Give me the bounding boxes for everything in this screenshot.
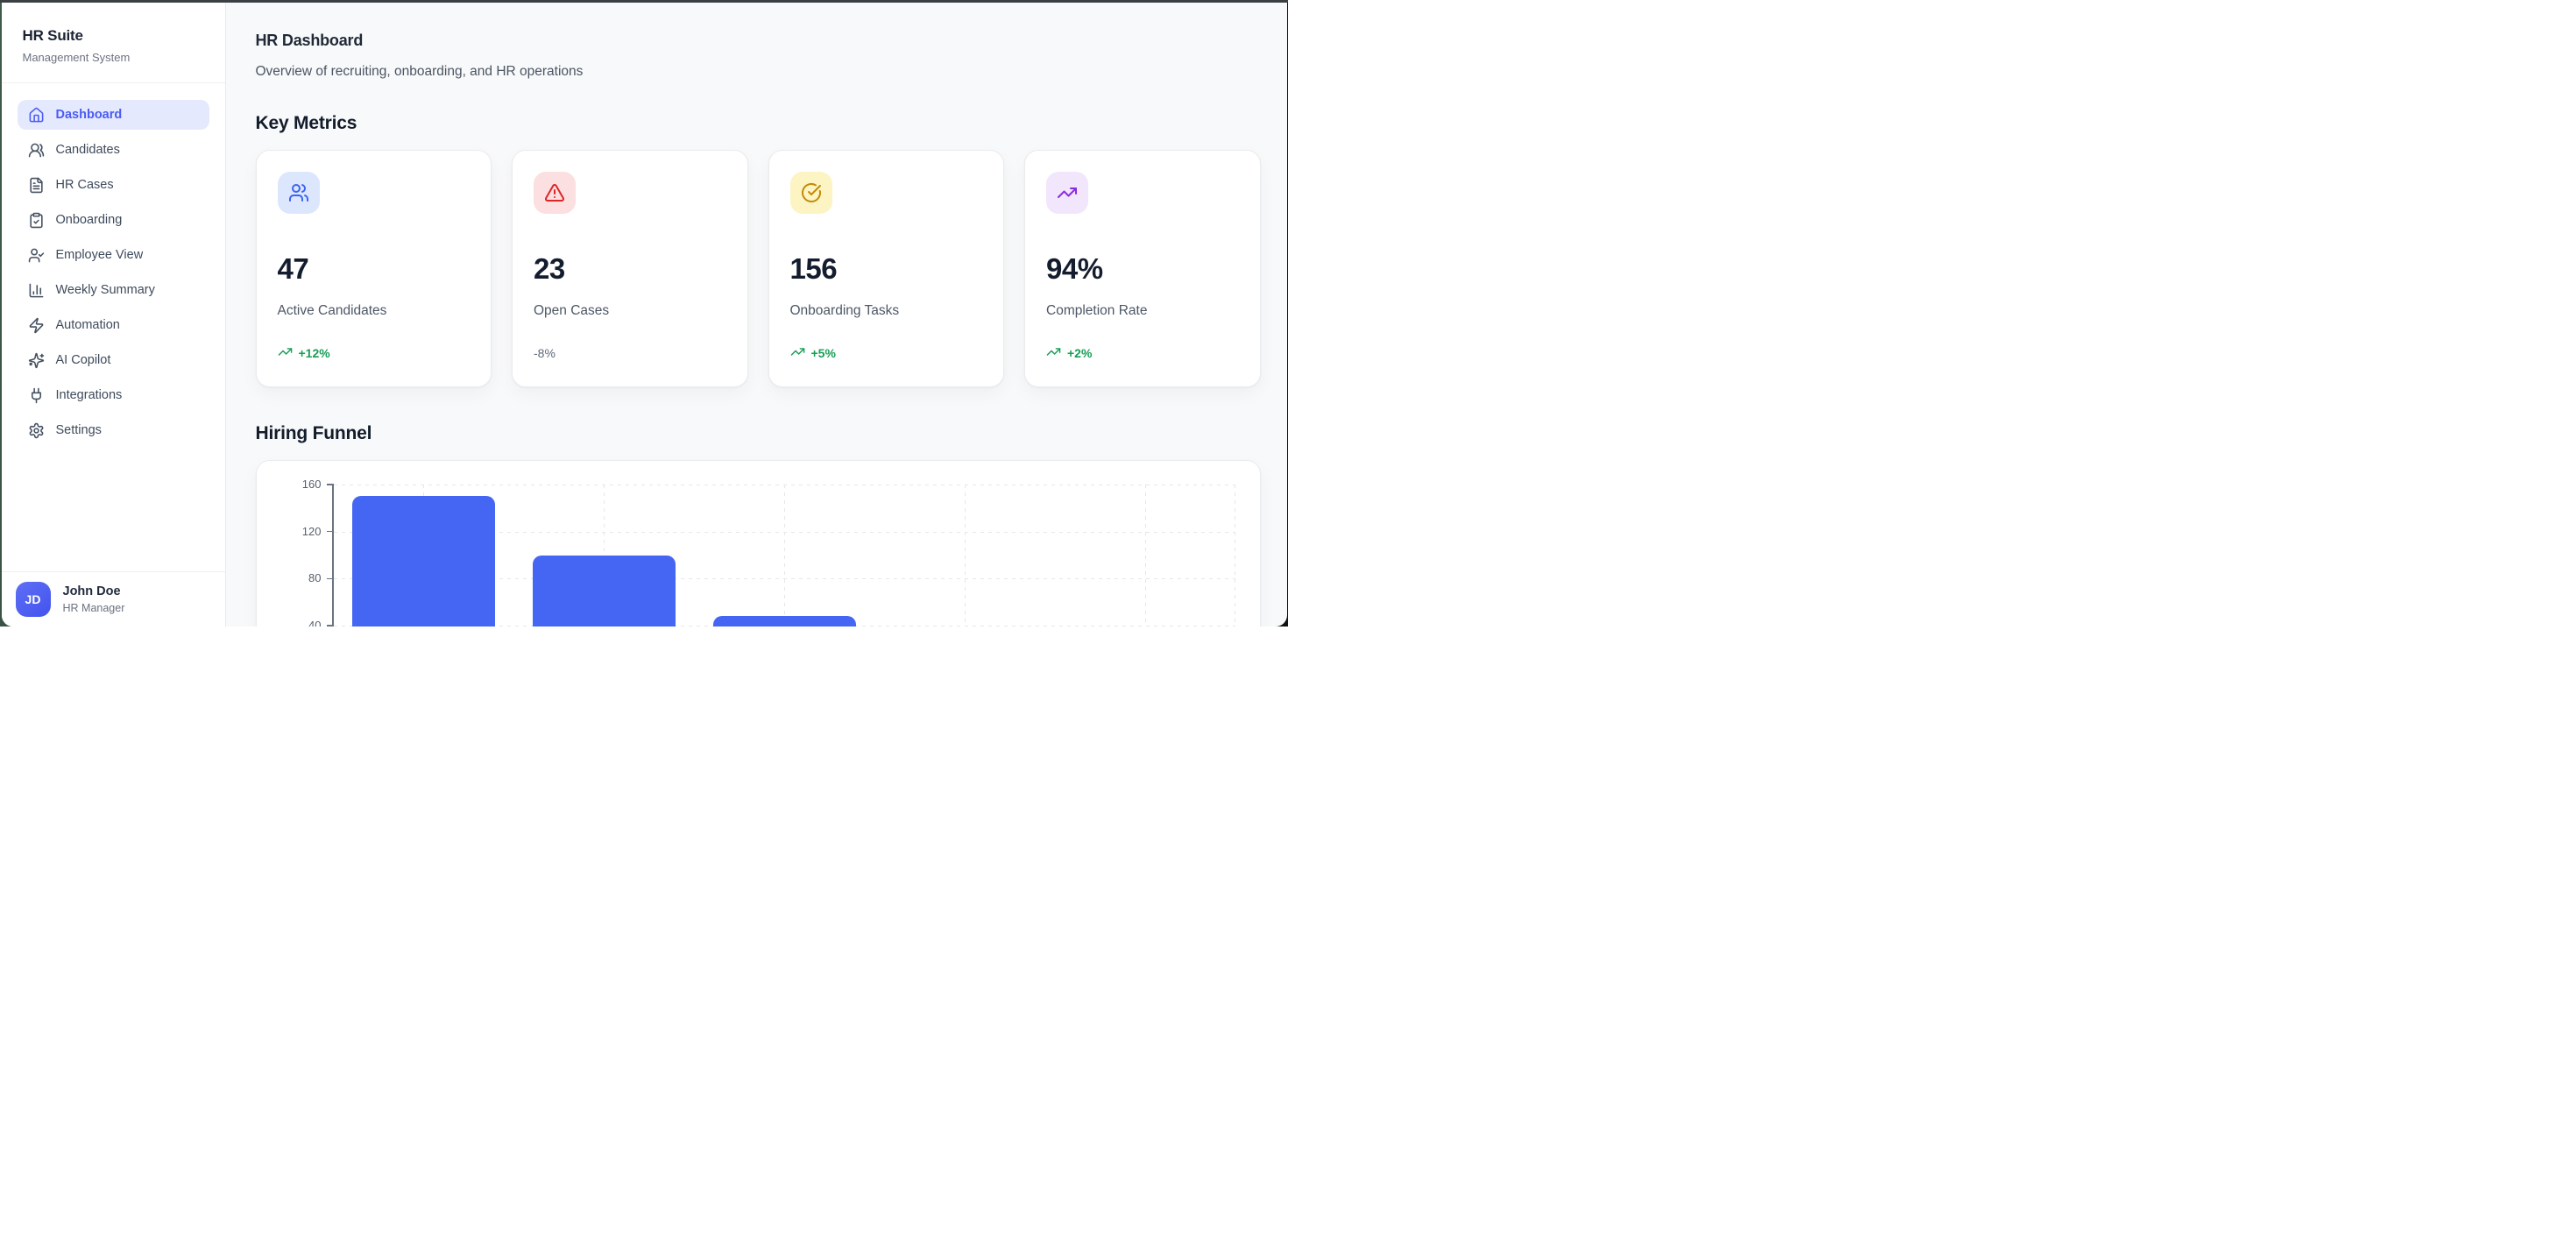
metric-card-active-candidates: 47 Active Candidates +12% — [256, 150, 492, 387]
metric-card-onboarding-tasks: 156 Onboarding Tasks +5% — [768, 150, 1005, 387]
metric-trend: +5% — [790, 345, 983, 360]
zap-icon — [28, 317, 45, 334]
sidebar-item-onboarding[interactable]: Onboarding — [18, 205, 209, 235]
sidebar-item-label: Onboarding — [56, 213, 123, 227]
sidebar-item-label: Employee View — [56, 248, 144, 262]
sidebar-item-label: Automation — [56, 318, 120, 332]
user-role: HR Manager — [63, 601, 125, 616]
metric-value: 94% — [1046, 254, 1239, 284]
sidebar-item-label: Weekly Summary — [56, 283, 155, 297]
sidebar-item-automation[interactable]: Automation — [18, 310, 209, 340]
gridline-vertical — [1145, 485, 1146, 626]
metric-trend: -8% — [534, 345, 726, 360]
trending-up-icon — [278, 344, 293, 362]
metric-card-completion-rate: 94% Completion Rate +2% — [1024, 150, 1261, 387]
metric-value: 23 — [534, 254, 726, 284]
sidebar-item-integrations[interactable]: Integrations — [18, 380, 209, 410]
app-subtitle: Management System — [23, 50, 204, 66]
sidebar-item-candidates[interactable]: Candidates — [18, 135, 209, 165]
metric-label: Open Cases — [534, 303, 726, 318]
users-round-icon — [28, 142, 45, 159]
trending-up-icon — [790, 344, 805, 362]
main-content: HR Dashboard Overview of recruiting, onb… — [226, 3, 1287, 626]
trend-value: +5% — [811, 346, 836, 360]
sidebar-item-label: Integrations — [56, 388, 123, 402]
desktop-background: HR Suite Management System Dashboard Can… — [0, 0, 1288, 626]
file-text-icon — [28, 177, 45, 194]
y-axis-label: 40 — [283, 619, 322, 626]
user-profile[interactable]: JD John Doe HR Manager — [2, 571, 225, 626]
hiring-funnel-plot: 4080120160 — [334, 485, 1235, 626]
y-axis-label: 120 — [283, 525, 322, 539]
user-info: John Doe HR Manager — [63, 584, 125, 616]
y-axis-label: 160 — [283, 478, 322, 492]
clipboard-check-icon — [28, 212, 45, 229]
trend-value: +2% — [1067, 346, 1092, 360]
hiring-funnel-chart-card: 40 80 120 160 — [256, 460, 1261, 626]
trend-value: +12% — [299, 346, 330, 360]
metric-label: Completion Rate — [1046, 303, 1239, 318]
sidebar-item-settings[interactable]: Settings — [18, 415, 209, 445]
section-title-hiring-funnel: Hiring Funnel — [256, 422, 1261, 445]
trending-up-icon — [1046, 344, 1061, 362]
metric-trend: +2% — [1046, 345, 1239, 360]
chart-column-icon — [28, 282, 45, 299]
users-icon — [278, 172, 320, 214]
sidebar-item-ai-copilot[interactable]: AI Copilot — [18, 345, 209, 375]
home-icon — [28, 107, 45, 124]
sidebar-item-label: Settings — [56, 423, 102, 437]
metric-cards: 47 Active Candidates +12% 23 Open Cases — [256, 150, 1261, 387]
sparkles-icon — [28, 352, 45, 369]
y-axis-line — [332, 485, 334, 626]
sidebar-item-label: Dashboard — [56, 108, 123, 122]
user-check-icon — [28, 247, 45, 264]
metric-value: 47 — [278, 254, 471, 284]
section-title-key-metrics: Key Metrics — [256, 112, 1261, 135]
gridline-vertical — [784, 485, 785, 626]
sidebar-header: HR Suite Management System — [2, 3, 225, 83]
trending-up-icon — [1046, 172, 1088, 214]
sidebar-item-dashboard[interactable]: Dashboard — [18, 100, 209, 130]
page-subtitle: Overview of recruiting, onboarding, and … — [256, 62, 1261, 81]
y-axis-label: 80 — [283, 571, 322, 585]
window-top-edge — [0, 0, 1288, 3]
sidebar-item-hr-cases[interactable]: HR Cases — [18, 170, 209, 200]
gridline-vertical — [965, 485, 966, 626]
sidebar: HR Suite Management System Dashboard Can… — [2, 3, 226, 626]
sidebar-nav: Dashboard Candidates HR Cases — [2, 83, 225, 571]
app-window: HR Suite Management System Dashboard Can… — [2, 3, 1287, 626]
metric-card-open-cases: 23 Open Cases -8% — [512, 150, 748, 387]
app-title: HR Suite — [23, 25, 204, 46]
user-name: John Doe — [63, 584, 125, 600]
metric-label: Active Candidates — [278, 303, 471, 318]
plug-icon — [28, 387, 45, 404]
sidebar-item-employee-view[interactable]: Employee View — [18, 240, 209, 270]
sidebar-item-label: AI Copilot — [56, 353, 111, 367]
page-title: HR Dashboard — [256, 31, 1261, 50]
metric-label: Onboarding Tasks — [790, 303, 983, 318]
alert-triangle-icon — [534, 172, 576, 214]
metric-trend: +12% — [278, 345, 471, 360]
funnel-bar — [713, 616, 856, 626]
trend-value: -8% — [534, 346, 556, 360]
gear-icon — [28, 422, 45, 439]
avatar: JD — [16, 582, 51, 617]
funnel-bar — [352, 496, 495, 626]
sidebar-item-label: Candidates — [56, 143, 120, 157]
sidebar-item-label: HR Cases — [56, 178, 114, 192]
sidebar-item-weekly-summary[interactable]: Weekly Summary — [18, 275, 209, 305]
metric-value: 156 — [790, 254, 983, 284]
circle-check-icon — [790, 172, 832, 214]
funnel-bar — [533, 556, 676, 626]
